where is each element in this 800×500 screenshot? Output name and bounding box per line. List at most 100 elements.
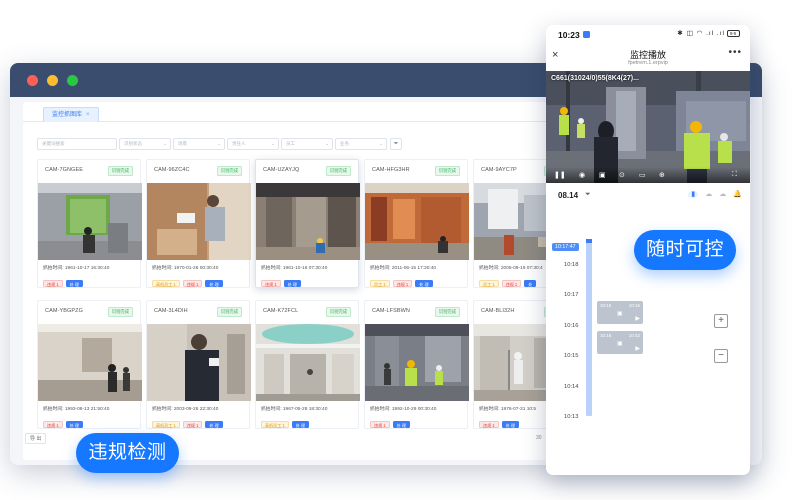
minimize-window-dot[interactable] <box>47 75 58 86</box>
video-player[interactable]: C661(31024/0)55(8K4(27)... ❚❚ ◉ ▣ ⊙ ▭ ⊕ ⛶ <box>546 71 750 183</box>
filter-select[interactable]: 识别状态 ⌄ <box>119 138 171 150</box>
camera-id: CAM-7GNGEE <box>45 167 83 173</box>
zoom-in-button[interactable]: + <box>714 314 728 328</box>
handle-button[interactable]: 处 理 <box>65 280 83 287</box>
handle-button[interactable]: 处 理 <box>65 421 83 428</box>
screen-icon[interactable]: ▭ <box>639 171 646 179</box>
cloud-icon[interactable]: ☁ <box>705 191 712 198</box>
capture-card[interactable]: CAM-UZAYJQ 识别完成 抓拍时间: 1961-10-16 07:30:40 违… <box>255 159 360 288</box>
close-window-dot[interactable] <box>27 75 38 86</box>
record-icon[interactable]: ▣ <box>599 171 606 179</box>
playback-date[interactable]: 08.14 <box>558 191 578 200</box>
timeline-rail[interactable] <box>586 239 592 416</box>
violation-tag: 员工 1 <box>370 280 390 287</box>
camera-id: CAM-LFSBWN <box>372 308 410 314</box>
violation-tag: 违规 1 <box>261 280 281 287</box>
maximize-window-dot[interactable] <box>67 75 78 86</box>
status-badge: 识别完成 <box>107 166 133 176</box>
tag-row: 高低员工 1 违规 1处 理 <box>152 273 226 287</box>
status-badge: 识别完成 <box>325 166 351 176</box>
system-icons: ✱ ◫ ◠ .ıl .ıl 99 <box>677 29 740 37</box>
capture-time: 抓拍时间: 1961-10-16 07:30:40 <box>261 266 328 271</box>
cloud-alt-icon[interactable]: ☁ <box>719 191 726 198</box>
capture-card[interactable]: CAM-YBGPZG 识别完成 抓拍时间: 1993-08-13 21:50:40 违… <box>37 300 142 429</box>
play-icon[interactable]: ▶ <box>635 315 640 322</box>
clip-end-time: 10:16 <box>628 303 640 308</box>
funnel-icon[interactable]: ⏷ <box>390 138 402 150</box>
view-toggle-group: ▮ ☁ ☁ 🔔 <box>681 190 742 198</box>
tab-capture-library[interactable]: 监控抓图库 × <box>43 107 99 122</box>
filter-select[interactable]: 员工 ⌄ <box>281 138 333 150</box>
violation-tag: 违规 1 <box>501 280 522 287</box>
recording-clip[interactable]: 10:16 10:16 ▣ ▶ <box>597 301 643 324</box>
bell-icon[interactable]: 🔔 <box>733 191 742 198</box>
funnel-icon[interactable]: ⏷ <box>585 191 591 199</box>
capture-time: 抓拍时间: 1970-01-26 00:30:40 <box>152 266 219 271</box>
capture-card[interactable]: CAM-3L4DIH 识别完成 抓拍时间: 2003-09-26 22:30:40 高… <box>146 300 251 429</box>
capture-photo[interactable] <box>365 183 469 260</box>
camera-id: CAM-K72FCL <box>263 308 299 314</box>
handle-button[interactable]: 处 理 <box>283 280 301 287</box>
chevron-down-icon: ⌄ <box>379 141 383 146</box>
page-size[interactable]: 30 <box>536 435 542 441</box>
capture-card[interactable]: CAM-HFG3HR 识别完成 抓拍时间: 2011-06-15 17:30:40 员… <box>364 159 469 288</box>
capture-card[interactable]: CAM-96ZC4C 识别完成抓拍时间: 1970-01-26 00:30:40 高… <box>146 159 251 288</box>
fullscreen-icon[interactable]: ⛶ <box>732 171 737 179</box>
filter-placeholder: 责任人 <box>232 141 246 146</box>
tag-row: 高低员工 1处 理 <box>261 414 312 428</box>
play-icon[interactable]: ▶ <box>635 345 640 352</box>
filter-select[interactable]: 场景 ⌄ <box>173 138 225 150</box>
recording-clip[interactable]: 10:16 10:42 ▣ ▶ <box>597 331 643 354</box>
handle-button[interactable]: 处 理 <box>205 280 223 287</box>
timeline-tick: 10:18 <box>564 262 579 268</box>
close-icon[interactable]: × <box>86 112 90 118</box>
handle-button[interactable]: 处 理 <box>392 421 410 428</box>
filter-select[interactable]: 业务 ⌄ <box>335 138 387 150</box>
tab-label: 监控抓图库 <box>52 112 83 118</box>
status-badge: 识别完成 <box>216 166 242 176</box>
capture-photo[interactable] <box>256 183 360 260</box>
status-badge: 识别完成 <box>434 166 460 176</box>
filter-placeholder: 关键词搜索 <box>42 141 65 146</box>
camera-id: CAM-3L4DIH <box>154 308 188 314</box>
handle-button[interactable]: 处 理 <box>415 280 433 287</box>
handle-button[interactable]: 处 <box>524 280 537 287</box>
camera-id: CAM-96ZC4C <box>154 167 190 173</box>
capture-photo[interactable] <box>365 324 469 401</box>
status-badge: 识别完成 <box>216 307 242 317</box>
capture-card[interactable]: CAM-LFSBWN 识别完成 抓拍时间: 1992-10-29 00:30:40 违… <box>364 300 469 429</box>
capture-card[interactable]: CAM-K72FCL 识别完成 抓拍时间: 1967-05-28 18:30:40 高… <box>255 300 360 429</box>
zoom-out-button[interactable]: − <box>714 349 728 363</box>
handle-button[interactable]: 处 理 <box>501 421 519 428</box>
timeline-cursor[interactable]: 10:17:47 <box>552 243 579 251</box>
chevron-down-icon: ⌄ <box>325 141 329 146</box>
snapshot-icon[interactable]: ⊙ <box>619 171 625 179</box>
pause-icon[interactable]: ❚❚ <box>554 171 566 179</box>
capture-photo[interactable] <box>147 324 251 401</box>
playback-toolbar: 08.14 ⏷ ▮ ☁ ☁ 🔔 <box>546 187 750 205</box>
capture-photo[interactable] <box>38 183 142 260</box>
camera-icon[interactable]: ◉ <box>579 171 585 179</box>
capture-photo[interactable] <box>256 324 360 401</box>
capture-photo[interactable] <box>38 324 142 401</box>
battery-icon: 99 <box>727 29 740 37</box>
zoom-icon[interactable]: ⊕ <box>659 171 665 179</box>
signal-icons: ✱ ◫ ◠ .ıl .ıl <box>677 30 725 37</box>
violation-tag: 高低员工 1 <box>261 421 289 428</box>
app-notification-icon <box>583 31 590 38</box>
export-button[interactable]: 导 出 <box>25 433 47 444</box>
capture-card[interactable]: CAM-7GNGEE 识别完成 抓拍时间: 1961-10-17 16:30:40 违… <box>37 159 142 288</box>
filter-select[interactable]: 关键词搜索 <box>37 138 117 150</box>
list-view-icon[interactable]: ▮ <box>688 191 699 198</box>
capture-photo[interactable] <box>147 183 251 260</box>
handle-button[interactable]: 处 理 <box>291 421 310 428</box>
camera-id: CAM-YBGPZG <box>45 308 83 314</box>
handle-button[interactable]: 处 理 <box>205 421 223 428</box>
filter-select[interactable]: 责任人 ⌄ <box>227 138 279 150</box>
timeline-tick: 10:13 <box>564 414 579 420</box>
more-icon[interactable]: ••• <box>728 47 742 58</box>
chevron-down-icon: ⌄ <box>271 141 275 146</box>
video-controls: ❚❚ ◉ ▣ ⊙ ▭ ⊕ ⛶ <box>546 167 750 183</box>
violation-tag: 违规 1 <box>370 421 390 428</box>
filter-placeholder: 员工 <box>286 141 295 146</box>
